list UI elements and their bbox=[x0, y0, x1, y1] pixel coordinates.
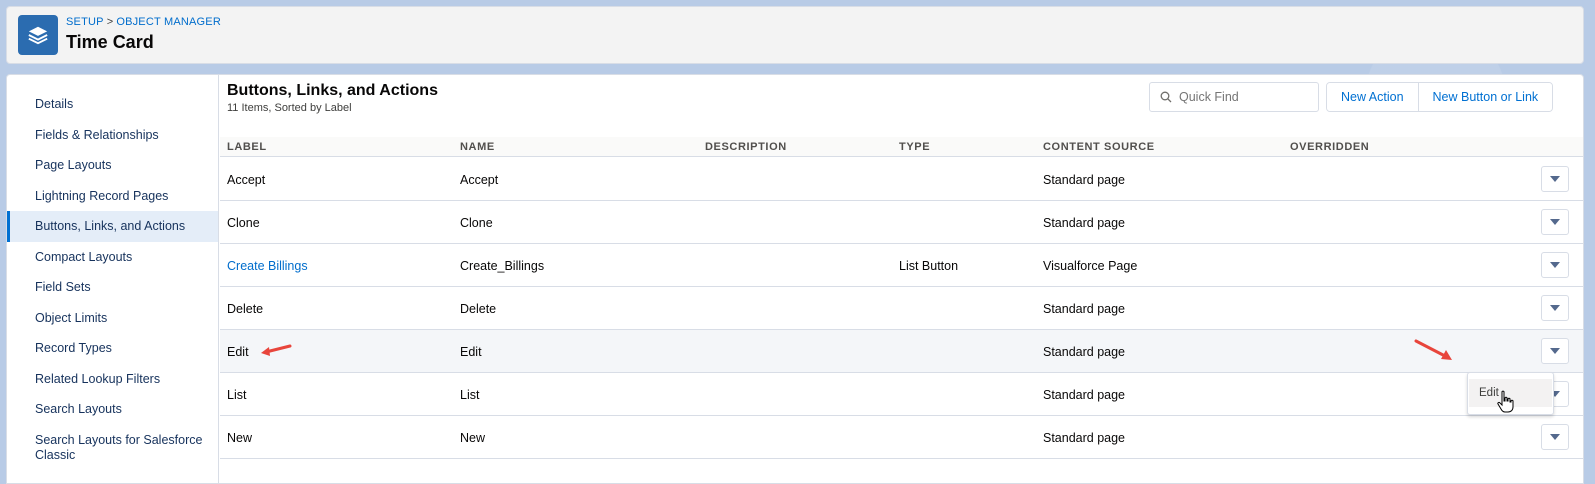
section-title: Buttons, Links, and Actions bbox=[227, 82, 438, 99]
table-row: Create Billings Create_Billings List Butto… bbox=[220, 244, 1583, 287]
section-subtitle: 11 Items, Sorted by Label bbox=[227, 102, 352, 114]
breadcrumb: SETUP > OBJECT MANAGER bbox=[66, 16, 221, 28]
chevron-down-icon bbox=[1550, 305, 1560, 311]
table-row: New New Standard page bbox=[220, 416, 1583, 459]
sidebar-item-fields-relationships[interactable]: Fields & Relationships bbox=[7, 120, 218, 151]
cell-label: New bbox=[227, 431, 253, 445]
cell-content-source: Standard page bbox=[1043, 431, 1126, 445]
object-header: SETUP > OBJECT MANAGER Time Card bbox=[6, 6, 1584, 64]
breadcrumb-separator: > bbox=[106, 16, 114, 28]
chevron-down-icon bbox=[1550, 262, 1560, 268]
column-header-label[interactable]: LABEL bbox=[227, 141, 267, 153]
cell-label: Clone bbox=[227, 216, 260, 230]
cell-name: Accept bbox=[460, 173, 499, 187]
breadcrumb-setup[interactable]: SETUP bbox=[66, 16, 104, 28]
row-action-dropdown-button[interactable] bbox=[1541, 166, 1569, 192]
table-row: Edit Edit Standard page bbox=[220, 330, 1583, 373]
cell-label[interactable]: Create Billings bbox=[227, 259, 308, 273]
cell-content-source: Visualforce Page bbox=[1043, 259, 1138, 273]
cell-name: New bbox=[460, 431, 486, 445]
cell-name: Delete bbox=[460, 302, 497, 316]
sidebar-item-buttons-links-actions[interactable]: Buttons, Links, and Actions bbox=[7, 211, 218, 242]
row-action-dropdown-button[interactable] bbox=[1541, 338, 1569, 364]
row-action-dropdown-button[interactable] bbox=[1541, 295, 1569, 321]
table-header: LABEL NAME DESCRIPTION TYPE CONTENT SOUR… bbox=[220, 137, 1583, 157]
cell-name: Create_Billings bbox=[460, 259, 545, 273]
breadcrumb-object-manager[interactable]: OBJECT MANAGER bbox=[116, 16, 221, 28]
cell-label: Edit bbox=[227, 345, 249, 359]
sidebar-item-object-limits[interactable]: Object Limits bbox=[7, 303, 218, 334]
annotation-arrow-right bbox=[1414, 339, 1452, 360]
quick-find-input[interactable] bbox=[1179, 90, 1309, 104]
sidebar-item-record-types[interactable]: Record Types bbox=[7, 333, 218, 364]
row-action-dropdown-button[interactable] bbox=[1541, 252, 1569, 278]
cell-content-source: Standard page bbox=[1043, 345, 1126, 359]
cell-content-source: Standard page bbox=[1043, 216, 1126, 230]
sidebar-item-related-lookup-filters[interactable]: Related Lookup Filters bbox=[7, 364, 218, 395]
cell-label: List bbox=[227, 388, 247, 402]
cell-name: Clone bbox=[460, 216, 493, 230]
column-header-overridden[interactable]: OVERRIDDEN bbox=[1290, 141, 1369, 153]
sidebar-item-details[interactable]: Details bbox=[7, 89, 218, 120]
column-header-content-source[interactable]: CONTENT SOURCE bbox=[1043, 141, 1155, 153]
chevron-down-icon bbox=[1550, 176, 1560, 182]
table-row: Delete Delete Standard page bbox=[220, 287, 1583, 330]
annotation-arrow-left bbox=[261, 344, 292, 356]
cell-content-source: Standard page bbox=[1043, 302, 1126, 316]
row-action-dropdown-button[interactable] bbox=[1541, 209, 1569, 235]
content-area: Buttons, Links, and Actions 11 Items, So… bbox=[220, 75, 1583, 483]
new-action-button[interactable]: New Action bbox=[1327, 83, 1418, 111]
cell-content-source: Standard page bbox=[1043, 388, 1126, 402]
column-header-description[interactable]: DESCRIPTION bbox=[705, 141, 787, 153]
cell-name: List bbox=[460, 388, 480, 402]
chevron-down-icon bbox=[1550, 219, 1560, 225]
sidebar-item-field-sets[interactable]: Field Sets bbox=[7, 272, 218, 303]
quick-find-box[interactable] bbox=[1149, 82, 1319, 112]
page-title: Time Card bbox=[66, 32, 154, 52]
sidebar-item-page-layouts[interactable]: Page Layouts bbox=[7, 150, 218, 181]
main-panel: Details Fields & Relationships Page Layo… bbox=[6, 74, 1584, 484]
new-button-or-link-button[interactable]: New Button or Link bbox=[1417, 83, 1553, 111]
column-header-type[interactable]: TYPE bbox=[899, 141, 930, 153]
chevron-down-icon bbox=[1550, 348, 1560, 354]
table-row: Accept Accept Standard page bbox=[220, 158, 1583, 201]
layers-icon bbox=[18, 15, 58, 55]
row-action-dropdown-button[interactable] bbox=[1541, 424, 1569, 450]
table-row: List List Standard page bbox=[220, 373, 1583, 416]
table-row: Clone Clone Standard page bbox=[220, 201, 1583, 244]
cell-type: List Button bbox=[899, 259, 959, 273]
sidebar-item-search-layouts-classic[interactable]: Search Layouts for Salesforce Classic bbox=[7, 425, 218, 462]
sidebar-item-lightning-record-pages[interactable]: Lightning Record Pages bbox=[7, 181, 218, 212]
hand-cursor-icon bbox=[1497, 390, 1514, 413]
sidebar-item-compact-layouts[interactable]: Compact Layouts bbox=[7, 242, 218, 273]
cell-label: Delete bbox=[227, 302, 264, 316]
sidebar-item-search-layouts[interactable]: Search Layouts bbox=[7, 394, 218, 425]
action-button-group: New Action New Button or Link bbox=[1326, 82, 1554, 112]
column-header-name[interactable]: NAME bbox=[460, 141, 495, 153]
cell-content-source: Standard page bbox=[1043, 173, 1126, 187]
cell-name: Edit bbox=[460, 345, 482, 359]
sidebar: Details Fields & Relationships Page Layo… bbox=[7, 75, 219, 483]
search-icon bbox=[1160, 91, 1172, 103]
cell-label: Accept bbox=[227, 173, 266, 187]
chevron-down-icon bbox=[1550, 434, 1560, 440]
